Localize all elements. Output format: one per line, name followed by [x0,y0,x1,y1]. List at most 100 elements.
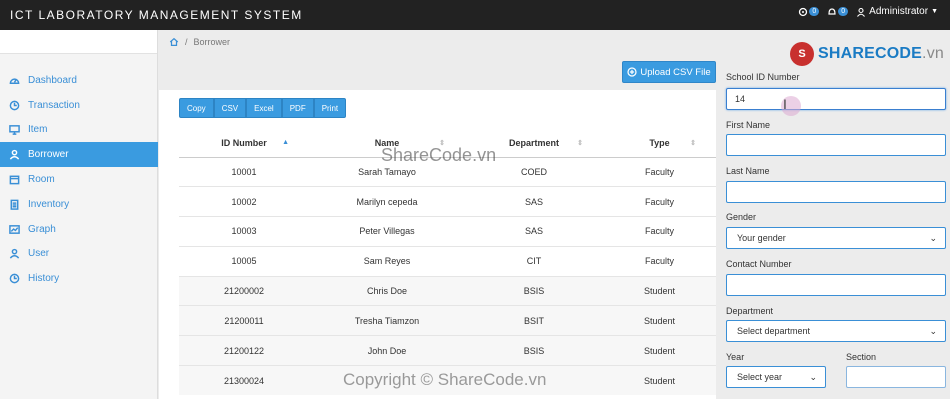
year-selected-value: Select year [737,372,783,382]
user-menu[interactable]: Administrator ▼ [856,6,938,17]
cell-department: CIT [465,245,603,277]
excel-button[interactable]: Excel [246,98,282,118]
sort-icon: ⇕ [439,140,445,147]
sidebar-header [0,30,157,54]
user-icon [9,150,20,160]
bell-icon [828,7,836,15]
table-row[interactable]: 21300024 Student [179,365,716,396]
last-name-input[interactable] [726,181,946,203]
sidebar-item-label: Dashboard [28,74,77,86]
upload-csv-button[interactable]: Upload CSV File [622,61,716,83]
home-icon[interactable] [169,37,179,47]
cell-id: 10005 [179,245,309,277]
sidebar-item-label: Transaction [28,99,80,111]
column-label: Type [649,138,670,149]
cell-type: Student [603,365,716,396]
sidebar: Dashboard Transaction Item Borrower Room… [0,30,158,399]
breadcrumb-separator: / [185,37,188,47]
column-header-department[interactable]: Department ⇕ [465,130,603,158]
gender-select[interactable]: Your gender ⌄ [726,227,946,249]
sidebar-item-label: User [28,248,50,260]
text-cursor-icon: I [783,96,787,112]
sidebar-item-history[interactable]: History [0,266,158,291]
table-row[interactable]: 10002 Marilyn cepeda SAS Faculty [179,186,716,217]
clock-icon [9,100,20,111]
cell-type: Faculty [603,245,716,277]
cell-department: BSIS [465,335,603,366]
sort-icon: ⇕ [577,140,583,147]
navbar-right: 0 0 Administrator ▼ [798,6,938,17]
settings-notifications[interactable]: 0 [798,7,820,17]
cell-id: 10003 [179,216,309,247]
chevron-down-icon: ⌄ [929,325,937,336]
table-row[interactable]: 10001 Sarah Tamayo COED Faculty [179,156,716,187]
copy-button[interactable]: Copy [179,98,214,118]
chevron-down-icon: ⌄ [809,371,817,382]
table-row[interactable]: 21200002 Chris Doe BSIS Student [179,275,716,306]
cell-id: 10002 [179,186,309,217]
cell-name: Sarah Tamayo [309,156,465,187]
cell-id: 10001 [179,156,309,187]
sidebar-item-borrower[interactable]: Borrower [0,142,158,168]
table-row[interactable]: 10003 Peter Villegas SAS Faculty [179,216,716,247]
caret-down-icon: ▼ [931,8,938,15]
borrower-table-panel: Copy CSV Excel PDF Print ID Number ▲ Name… [159,90,716,399]
cell-department: SAS [465,186,603,217]
cell-name: John Doe [309,335,465,366]
cell-name: Marilyn cepeda [309,186,465,217]
cell-department: SAS [465,216,603,247]
table-header-row: ID Number ▲ Name ⇕ Department ⇕ Type ⇕ [179,130,716,158]
cell-type: Student [603,335,716,366]
section-input[interactable] [846,366,946,388]
column-label: Department [508,138,559,149]
sidebar-item-label: Room [28,174,55,186]
upload-csv-label: Upload CSV File [640,66,711,78]
alerts-notifications[interactable]: 0 [827,7,849,17]
column-label: Name [374,138,400,149]
year-select[interactable]: Select year ⌄ [726,366,826,388]
school-id-input[interactable]: 14 [726,88,946,110]
gender-label: Gender [726,212,757,222]
alert-badge: 0 [838,7,849,16]
cell-name: Sam Reyes [309,245,465,277]
column-header-name[interactable]: Name ⇕ [309,130,465,158]
clock-icon [9,273,20,284]
csv-button[interactable]: CSV [213,98,247,118]
sidebar-item-item[interactable]: Item [0,118,158,143]
sidebar-item-user[interactable]: User [0,242,158,267]
cell-name [309,365,465,396]
sidebar-item-inventory[interactable]: Inventory [0,192,158,217]
calendar-icon [9,175,20,185]
table-row[interactable]: 10005 Sam Reyes CIT Faculty [179,245,716,277]
cell-department: BSIT [465,305,603,336]
pdf-button[interactable]: PDF [281,98,314,118]
column-header-id[interactable]: ID Number ▲ [179,130,309,158]
department-select[interactable]: Select department ⌄ [726,320,946,342]
sidebar-item-room[interactable]: Room [0,167,158,192]
user-icon [857,7,866,17]
cell-id: 21200011 [179,305,309,336]
logo-brand: SHARECODE [818,45,923,62]
borrower-form: S SHARECODE.vn School ID Number 14 First… [716,30,950,399]
department-label: Department [726,306,774,316]
cell-id: 21200122 [179,335,309,366]
table-row[interactable]: 21200011 Tresha Tiamzon BSIT Student [179,305,716,336]
app-title[interactable]: ICT LABORATORY MANAGEMENT SYSTEM [10,8,303,22]
notification-badge: 0 [809,7,820,16]
first-name-input[interactable] [726,134,946,156]
year-label: Year [726,352,745,362]
cell-name: Tresha Tiamzon [309,305,465,336]
table-row[interactable]: 21200122 John Doe BSIS Student [179,335,716,366]
sidebar-item-graph[interactable]: Graph [0,217,158,242]
sharecode-logo-text: SHARECODE.vn [818,45,944,63]
contact-label: Contact Number [726,259,792,269]
cell-name: Chris Doe [309,275,465,306]
sidebar-item-transaction[interactable]: Transaction [0,93,158,118]
print-button[interactable]: Print [313,98,347,118]
sidebar-item-dashboard[interactable]: Dashboard [0,68,158,93]
contact-number-input[interactable] [726,274,946,296]
column-header-type[interactable]: Type ⇕ [603,130,716,158]
breadcrumb-current: Borrower [193,37,231,47]
sharecode-logo-mark: S [790,42,814,66]
gear-icon [799,7,808,16]
